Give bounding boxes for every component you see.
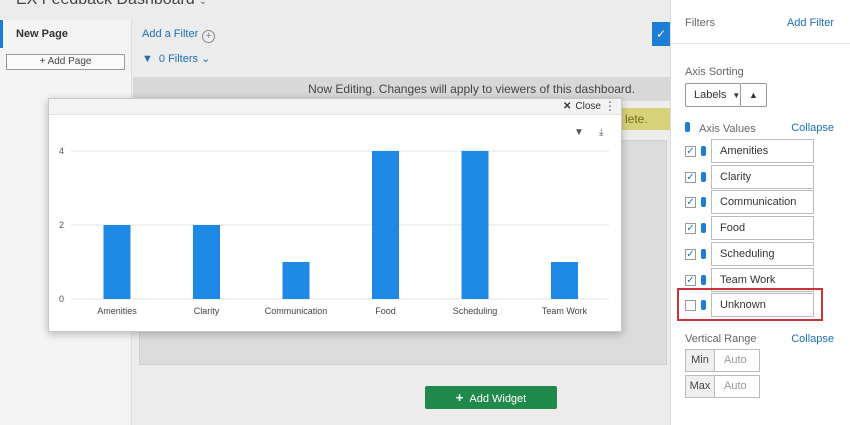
series-color-icon (701, 248, 706, 259)
filter-count-label: 0 Filters (158, 53, 199, 65)
x-tick-label: Team Work (542, 306, 588, 316)
add-page-button[interactable]: + Add Page (6, 54, 125, 70)
add-filter-link[interactable]: Add a Filter + (142, 28, 216, 43)
more-options-icon[interactable]: ⋮ (604, 99, 616, 113)
modal-header: ✕ Close ⋮ (49, 99, 621, 115)
axis-sorting-select[interactable]: Labels ▼ (685, 83, 741, 107)
chart-modal: ✕ Close ⋮ ▼ ⤓ 0 2 4 Amenities Clarity Communic… (48, 98, 622, 332)
axis-value-checkbox[interactable]: ✓ (685, 248, 696, 260)
max-input[interactable]: Auto (724, 376, 747, 397)
axis-value-row: ✓ Amenities (685, 139, 815, 163)
dashboard-title-text: EX Feedback Dashboard (16, 0, 195, 8)
chevron-down-icon: ⌄ (201, 53, 211, 65)
plus-icon: + (455, 390, 464, 405)
series-color-icon (685, 122, 690, 132)
sort-value: Labels (694, 89, 727, 101)
add-page-label: Add Page (47, 56, 92, 67)
filters-panel: Filters Add Filter Axis Sorting Labels ▼ … (670, 0, 850, 425)
bar-clarity[interactable] (193, 225, 220, 299)
series-color-icon (701, 146, 706, 156)
axis-values-header: Axis Values (685, 122, 756, 135)
filter-count-dropdown[interactable]: ▼ 0 Filters ⌄ (142, 52, 210, 65)
max-label: Max (686, 376, 715, 397)
chevron-down-icon: ▼ (732, 91, 741, 100)
add-widget-label: Add Widget (469, 393, 527, 405)
axis-value-row: ✓ Communication (685, 190, 815, 215)
max-range-field[interactable]: Max Auto (685, 375, 760, 398)
check-icon[interactable]: ✓ (652, 22, 670, 46)
series-color-icon (701, 274, 706, 285)
vertical-range-collapse-link[interactable]: Collapse (791, 333, 834, 345)
axis-value-row: ✓ Clarity (685, 164, 815, 189)
axis-value-checkbox[interactable]: ✓ (685, 197, 696, 209)
close-icon: ✕ (563, 101, 572, 112)
x-tick-label: Clarity (194, 306, 220, 316)
bar-scheduling[interactable] (461, 151, 489, 299)
chevron-down-icon: ⌄ (198, 0, 208, 7)
axis-value-label-input[interactable]: Food (711, 216, 814, 241)
axis-value-label-input[interactable]: Scheduling (711, 241, 814, 266)
sort-direction-button[interactable]: ▲ (741, 83, 767, 107)
min-range-field[interactable]: Min Auto (685, 349, 760, 372)
y-tick-label: 2 (59, 220, 64, 230)
bar-amenities[interactable] (103, 225, 131, 299)
axis-values-collapse-link[interactable]: Collapse (791, 122, 834, 134)
series-color-icon (701, 171, 706, 182)
series-color-icon (701, 197, 706, 208)
axis-value-checkbox[interactable]: ✓ (685, 146, 696, 157)
panel-header: Filters Add Filter (671, 0, 850, 44)
filter-icon[interactable]: ▼ (574, 127, 584, 138)
x-tick-label: Food (375, 306, 396, 316)
add-filter-label: Add a Filter (142, 28, 199, 40)
min-label: Min (686, 350, 715, 371)
caret-up-icon: ▲ (749, 90, 758, 100)
axis-value-row: ✓ Food (685, 216, 815, 241)
plus-circle-icon: + (202, 30, 216, 43)
axis-values-label: Axis Values (699, 123, 756, 135)
axis-value-checkbox[interactable]: ✓ (685, 171, 696, 183)
x-tick-label: Communication (265, 306, 328, 316)
warning-notice: lete. (621, 108, 670, 130)
y-tick-label: 0 (59, 294, 64, 304)
panel-title: Filters (685, 17, 715, 29)
add-widget-button[interactable]: + Add Widget (425, 386, 557, 409)
axis-value-checkbox[interactable]: ✓ (685, 223, 696, 235)
nav-page-new-page[interactable]: New Page (0, 20, 131, 48)
min-input[interactable]: Auto (724, 350, 747, 371)
close-button[interactable]: ✕ Close (563, 100, 601, 114)
x-tick-label: Scheduling (453, 306, 498, 316)
axis-value-label-input[interactable]: Clarity (711, 164, 814, 189)
y-tick-label: 4 (59, 146, 64, 156)
highlight-box (677, 288, 823, 321)
axis-sorting-label: Axis Sorting (685, 66, 744, 78)
x-tick-label: Amenities (97, 306, 137, 316)
vertical-range-label: Vertical Range (685, 333, 757, 345)
bar-communication[interactable] (282, 262, 310, 299)
add-filter-panel-link[interactable]: Add Filter (787, 17, 834, 29)
bar-chart: 0 2 4 Amenities Clarity Communication Food Sche… (59, 146, 609, 316)
series-color-icon (701, 223, 706, 234)
axis-value-checkbox[interactable]: ✓ (685, 274, 696, 286)
dashboard-title[interactable]: EX Feedback Dashboard⌄ (16, 0, 207, 9)
plus-icon: + (39, 56, 46, 67)
axis-value-label-input[interactable]: Communication (711, 190, 814, 215)
funnel-icon: ▼ (142, 53, 153, 65)
axis-value-row: ✓ Scheduling (685, 241, 815, 266)
download-icon[interactable]: ⤓ (599, 127, 603, 138)
axis-value-label-input[interactable]: Amenities (711, 139, 814, 163)
bar-team-work[interactable] (551, 262, 578, 299)
bar-food[interactable] (372, 151, 399, 299)
close-label: Close (575, 101, 601, 112)
